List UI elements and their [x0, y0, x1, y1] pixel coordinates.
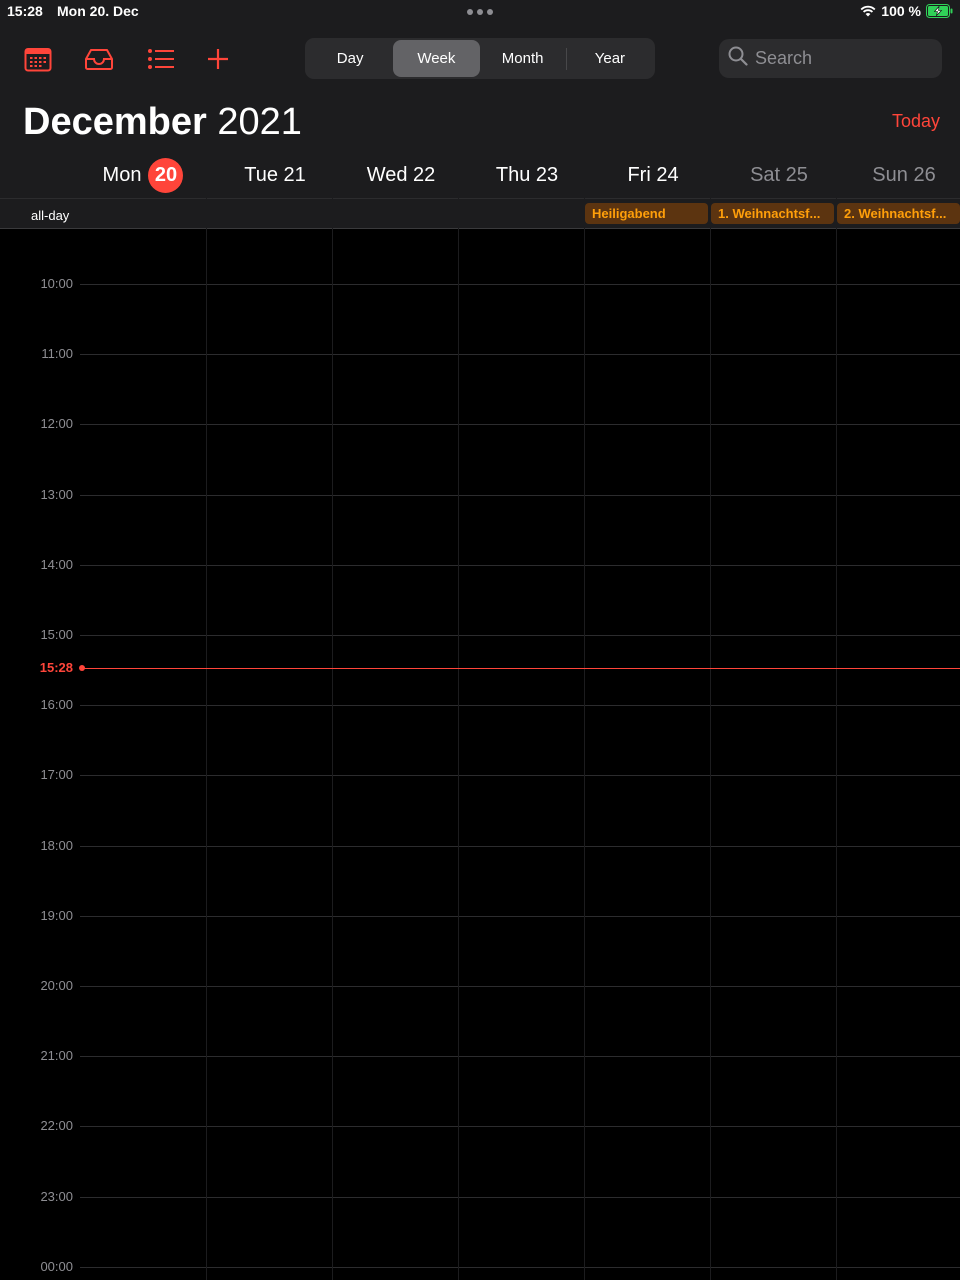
tab-week[interactable]: Week: [393, 40, 480, 77]
search-icon: [728, 46, 748, 71]
hour-line: [80, 354, 960, 355]
today-button[interactable]: Today: [892, 111, 940, 132]
day-column-divider: [836, 152, 837, 1280]
day-column-divider: [710, 152, 711, 1280]
hour-label: 18:00: [40, 838, 73, 853]
multitasking-dots-icon[interactable]: [467, 9, 493, 15]
month-name: December: [23, 101, 207, 143]
time-grid[interactable]: 15:28 10:00 11:00 12:00 13:00 14:00 15:00 16:0…: [0, 152, 960, 1280]
day-column-divider: [206, 152, 207, 1280]
day-header-thu[interactable]: Thu 23: [464, 153, 590, 198]
hour-label: 13:00: [40, 487, 73, 502]
hour-label: 22:00: [40, 1118, 73, 1133]
status-right: 100 %: [860, 3, 954, 19]
all-day-row: all-day Heiligabend 1. Weihnachtsf... 2.…: [0, 199, 960, 229]
hour-line: [80, 986, 960, 987]
hour-line: [80, 424, 960, 425]
hour-label: 19:00: [40, 908, 73, 923]
hour-label: 11:00: [41, 346, 73, 361]
hour-label: 10:00: [40, 276, 73, 291]
hour-label: 23:00: [40, 1189, 73, 1204]
day-column-divider: [332, 152, 333, 1280]
day-header-tue[interactable]: Tue 21: [212, 153, 338, 198]
hour-line: [80, 1267, 960, 1268]
hour-label: 15:00: [40, 627, 73, 642]
hour-line: [80, 495, 960, 496]
all-day-event[interactable]: 2. Weihnachtsf...: [837, 203, 960, 224]
hour-line: [80, 705, 960, 706]
tab-month[interactable]: Month: [480, 40, 566, 77]
all-day-event[interactable]: Heiligabend: [585, 203, 708, 224]
hour-line: [80, 916, 960, 917]
search-placeholder: Search: [755, 48, 813, 68]
tab-day[interactable]: Day: [307, 40, 393, 77]
current-time-label: 15:28: [39, 660, 73, 675]
year-value: 2021: [217, 101, 302, 143]
hour-line: [80, 565, 960, 566]
hour-line: [80, 1197, 960, 1198]
day-header-sat[interactable]: Sat 25: [716, 153, 842, 198]
hour-label: 12:00: [40, 416, 73, 431]
hour-label: 16:00: [40, 697, 73, 712]
hour-label: 00:00: [40, 1259, 73, 1274]
tab-year[interactable]: Year: [567, 40, 653, 77]
hour-label: 17:00: [40, 767, 73, 782]
calendar-icon[interactable]: [23, 44, 53, 74]
hour-label: 20:00: [40, 978, 73, 993]
hour-label: 14:00: [40, 557, 73, 572]
hour-line: [80, 635, 960, 636]
hour-line: [80, 1056, 960, 1057]
wifi-icon: [860, 5, 876, 17]
all-day-event[interactable]: 1. Weihnachtsf...: [711, 203, 834, 224]
day-header-wed[interactable]: Wed 22: [338, 153, 464, 198]
inbox-icon[interactable]: [84, 44, 114, 74]
hour-label: 21:00: [40, 1048, 73, 1063]
list-icon[interactable]: [146, 44, 176, 74]
hour-line: [80, 846, 960, 847]
today-date-badge: 20: [148, 158, 184, 193]
day-header-fri[interactable]: Fri 24: [590, 153, 716, 198]
status-time: 15:28: [7, 3, 43, 19]
all-day-label: all-day: [31, 208, 70, 223]
day-header-mon[interactable]: Mon 20: [80, 153, 206, 198]
hour-line: [80, 284, 960, 285]
hour-line: [80, 1126, 960, 1127]
day-label: Mon: [102, 164, 142, 186]
day-column-divider: [584, 152, 585, 1280]
current-time-line: [80, 668, 960, 669]
hour-line: [80, 775, 960, 776]
day-header-sun[interactable]: Sun 26: [842, 153, 960, 198]
page-title: December 2021: [23, 99, 302, 145]
battery-percent: 100 %: [881, 3, 921, 19]
toolbar: Day Week Month Year Search December 2021…: [0, 24, 960, 153]
search-input[interactable]: Search: [719, 39, 942, 78]
status-bar: 15:28 Mon 20. Dec 100 %: [0, 0, 960, 24]
day-column-divider: [458, 152, 459, 1280]
current-time-dot: [79, 665, 85, 671]
battery-charging-icon: [926, 4, 954, 18]
days-header: Mon 20 Tue 21 Wed 22 Thu 23 Fri 24 Sat 2…: [0, 153, 960, 199]
status-date: Mon 20. Dec: [57, 3, 139, 19]
view-switcher: Day Week Month Year: [305, 38, 655, 79]
add-icon[interactable]: [203, 44, 233, 74]
